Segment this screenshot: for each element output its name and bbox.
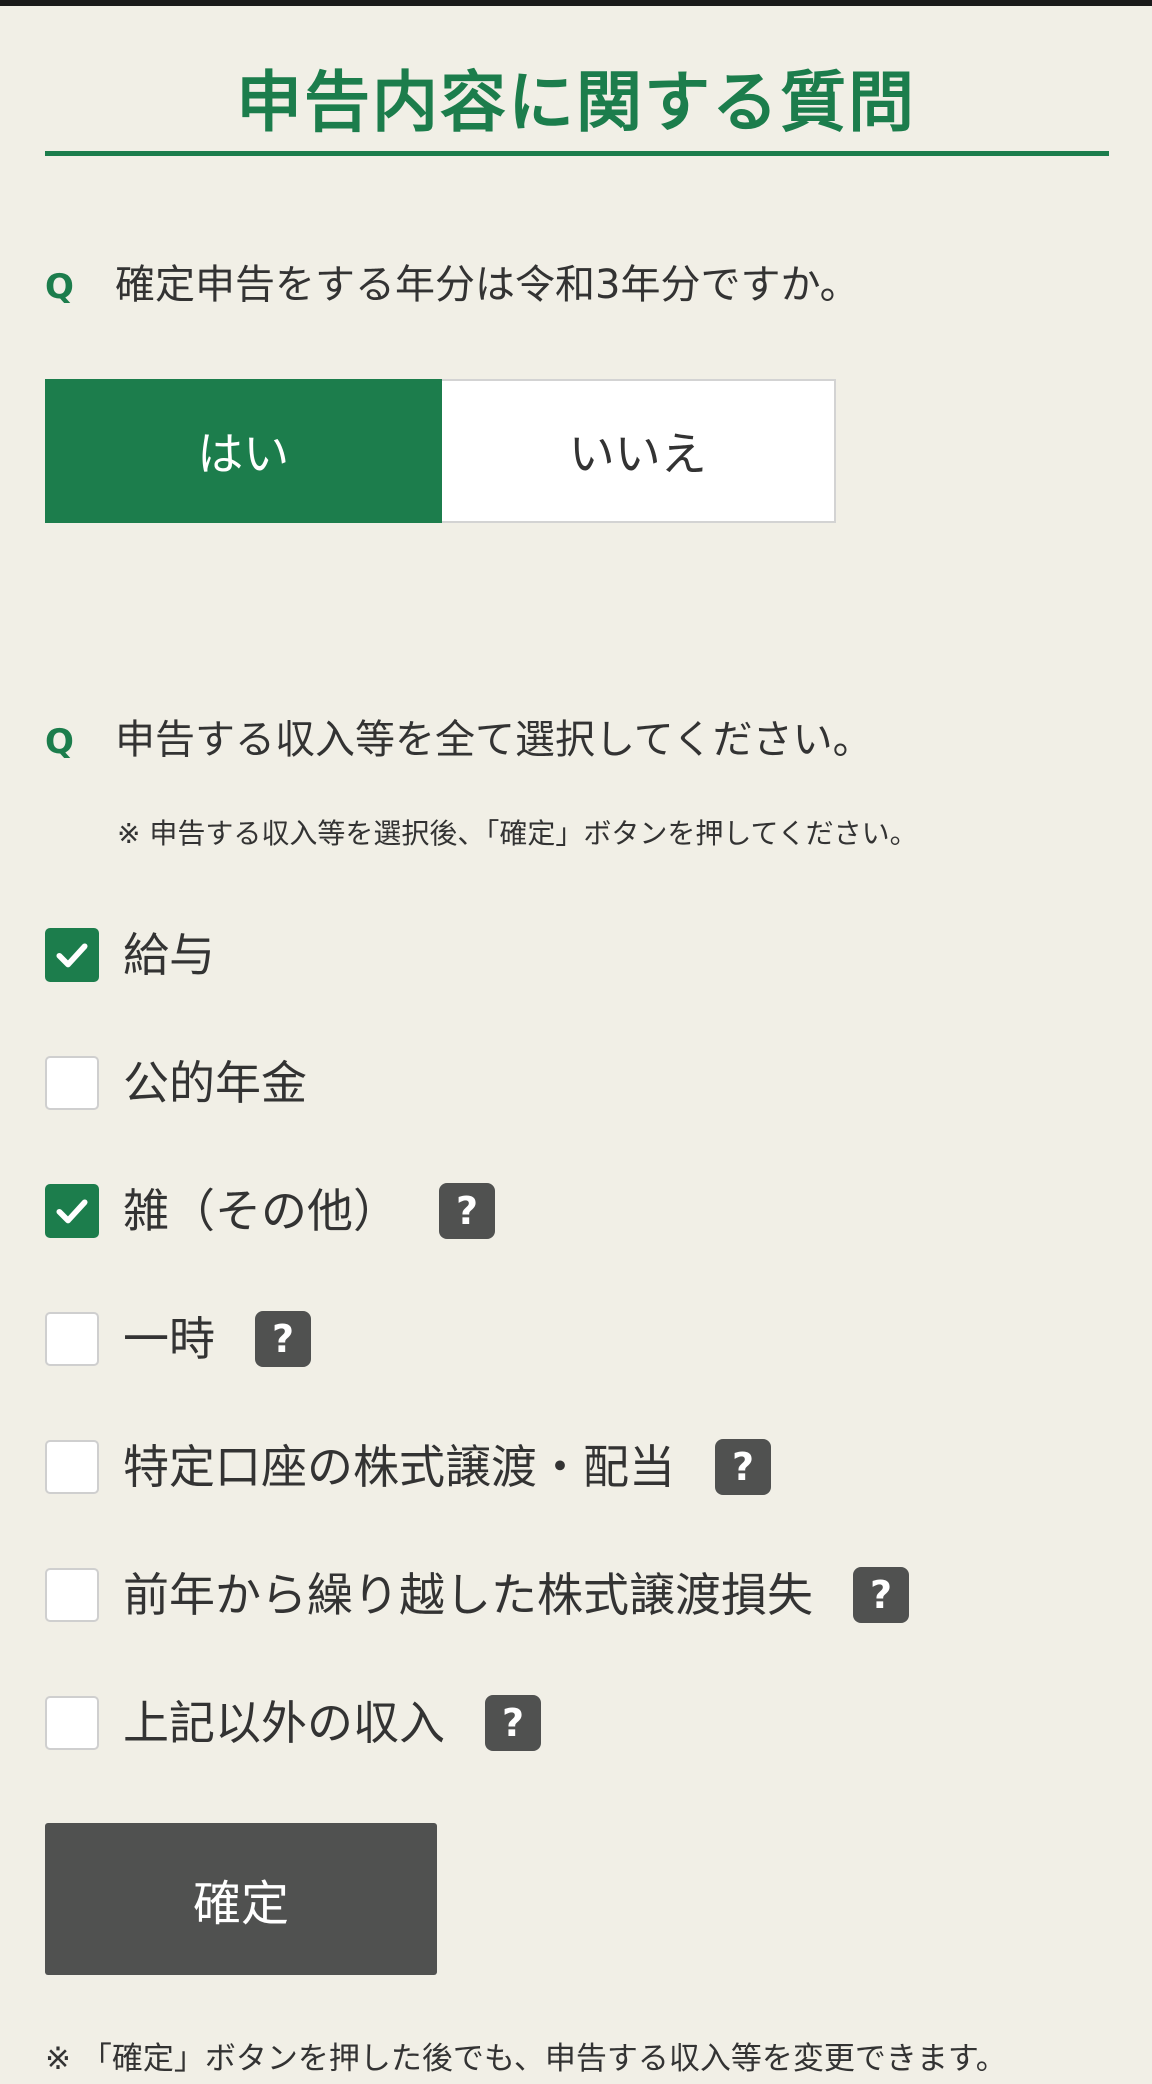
confirm-button[interactable]: 確定	[45, 1823, 437, 1975]
income-option: 上記以外の収入?	[45, 1692, 1109, 1820]
question-mark-icon[interactable]: ?	[255, 1311, 311, 1367]
income-option: 一時?	[45, 1308, 1109, 1436]
footer-note: ※ 「確定」ボタンを押した後でも、申告する収入等を変更できます。	[45, 2041, 1007, 2077]
income-checkbox[interactable]	[45, 1312, 99, 1366]
check-icon	[56, 1199, 88, 1224]
selection-note: ※ 申告する収入等を選択後、「確定」ボタンを押してください。	[117, 817, 918, 850]
income-option: 給与	[45, 924, 1109, 1052]
income-option-label[interactable]: 雑（その他）	[123, 1180, 399, 1242]
no-button[interactable]: いいえ	[441, 379, 836, 523]
income-option-label[interactable]: 上記以外の収入	[123, 1692, 445, 1754]
income-option-label[interactable]: 特定口座の株式譲渡・配当	[123, 1436, 675, 1498]
year-answer-toggle: はい いいえ	[45, 379, 836, 523]
page-title: 申告内容に関する質問	[236, 64, 916, 141]
income-checkbox[interactable]	[45, 1568, 99, 1622]
income-checkbox[interactable]	[45, 1184, 99, 1238]
title-underline	[45, 151, 1109, 156]
question-year-text: 確定申告をする年分は令和3年分ですか。	[115, 262, 860, 308]
income-options-list: 給与 公的年金 雑（その他）? 一時? 特定口座の株式譲渡・配当? 前年から繰り越した株式…	[45, 924, 1109, 1820]
income-option-label[interactable]: 公的年金	[123, 1052, 307, 1114]
question-mark-icon[interactable]: ?	[715, 1439, 771, 1495]
income-option-label[interactable]: 一時	[123, 1308, 215, 1370]
question-mark-icon[interactable]: ?	[485, 1695, 541, 1751]
income-option-label[interactable]: 前年から繰り越した株式譲渡損失	[123, 1564, 813, 1626]
income-option: 特定口座の株式譲渡・配当?	[45, 1436, 1109, 1564]
question-mark-icon[interactable]: ?	[853, 1567, 909, 1623]
income-checkbox[interactable]	[45, 928, 99, 982]
income-checkbox[interactable]	[45, 1056, 99, 1110]
question-income: Q 申告する収入等を全て選択してください。	[45, 710, 873, 772]
q-mark: Q	[45, 722, 74, 762]
check-icon	[56, 943, 88, 968]
q-mark: Q	[45, 267, 74, 307]
question-year: Q 確定申告をする年分は令和3年分ですか。	[45, 255, 860, 317]
income-checkbox[interactable]	[45, 1440, 99, 1494]
question-mark-icon[interactable]: ?	[439, 1183, 495, 1239]
income-option: 公的年金	[45, 1052, 1109, 1180]
income-option-label[interactable]: 給与	[123, 924, 215, 986]
income-checkbox[interactable]	[45, 1696, 99, 1750]
question-income-text: 申告する収入等を全て選択してください。	[115, 717, 873, 763]
income-option: 雑（その他）?	[45, 1180, 1109, 1308]
top-edge-bar	[0, 0, 1152, 6]
yes-button[interactable]: はい	[45, 379, 442, 523]
income-option: 前年から繰り越した株式譲渡損失?	[45, 1564, 1109, 1692]
